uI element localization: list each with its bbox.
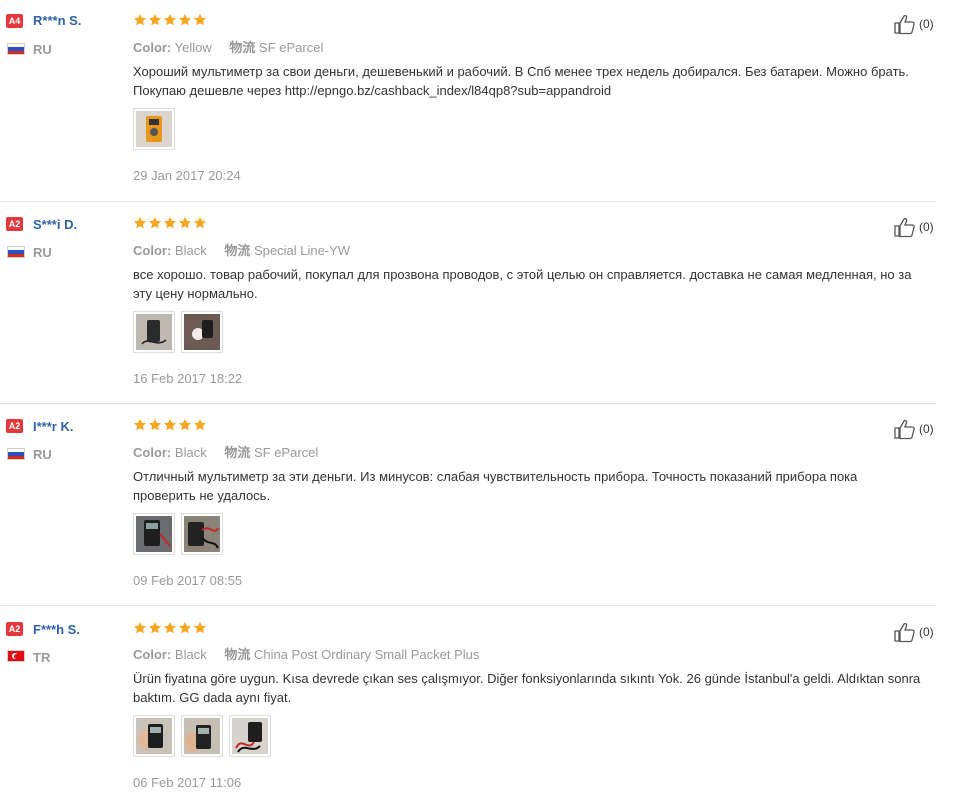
color-label: Color: bbox=[133, 647, 172, 662]
star-rating bbox=[133, 13, 207, 31]
review-item: A2 I***r K. RU Color: Black 物流 SF eParce… bbox=[0, 404, 960, 606]
helpful-button[interactable]: (0) bbox=[893, 13, 934, 35]
star-icon bbox=[178, 621, 192, 634]
helpful-count: (0) bbox=[919, 17, 934, 31]
color-label: Color: bbox=[133, 445, 172, 460]
reviewer-country: RU bbox=[33, 42, 52, 57]
thumbs-up-icon bbox=[894, 217, 915, 238]
helpful-button[interactable]: (0) bbox=[893, 621, 934, 643]
reviewer-country: RU bbox=[33, 447, 52, 462]
multimeter-leads-photo[interactable] bbox=[229, 715, 271, 757]
star-rating bbox=[133, 621, 207, 639]
black-multimeter-photo[interactable] bbox=[133, 311, 175, 353]
flag-ru-icon bbox=[7, 448, 25, 460]
star-icon bbox=[163, 621, 177, 634]
helpful-count: (0) bbox=[919, 220, 934, 234]
star-icon bbox=[133, 621, 147, 634]
reviewer-name[interactable]: S***i D. bbox=[33, 217, 77, 232]
star-icon bbox=[148, 216, 162, 229]
multimeter-hand-photo[interactable] bbox=[133, 715, 175, 757]
star-icon bbox=[178, 216, 192, 229]
star-icon bbox=[163, 418, 177, 431]
review-text: Ürün fiyatına göre uygun. Kısa devrede ç… bbox=[133, 671, 921, 705]
thumbs-up-icon bbox=[894, 622, 915, 643]
review-photos bbox=[133, 513, 223, 555]
star-rating bbox=[133, 418, 207, 436]
review-photos bbox=[133, 108, 175, 150]
flag-tr-icon bbox=[7, 650, 25, 662]
reviewer-name[interactable]: R***n S. bbox=[33, 13, 81, 28]
reviewer-country: TR bbox=[33, 650, 51, 665]
flag-ru-icon bbox=[7, 43, 25, 55]
multimeter-probes-photo-2[interactable] bbox=[181, 513, 223, 555]
shipping-label: 物流 bbox=[224, 445, 251, 460]
review-item: A2 S***i D. RU Color: Black 物流 Special L… bbox=[0, 202, 960, 404]
star-icon bbox=[193, 216, 207, 229]
reviewer-name[interactable]: F***h S. bbox=[33, 622, 80, 637]
color-value: Black bbox=[174, 243, 207, 258]
review-date: 16 Feb 2017 18:22 bbox=[133, 371, 243, 386]
review-photos bbox=[133, 311, 223, 353]
star-icon bbox=[178, 13, 192, 26]
buyer-level-badge: A2 bbox=[6, 419, 23, 433]
color-value: Black bbox=[174, 445, 207, 460]
buyer-level-badge: A4 bbox=[6, 14, 23, 28]
review-text: Хороший мультиметр за свои деньги, дешев… bbox=[133, 64, 909, 98]
yellow-multimeter-photo[interactable] bbox=[133, 108, 175, 150]
buyer-level-badge: A2 bbox=[6, 622, 23, 636]
review-text: все хорошо. товар рабочий, покупал для п… bbox=[133, 267, 912, 301]
reviewer-name[interactable]: I***r K. bbox=[33, 419, 73, 434]
review-item: A4 R***n S. RU Color: Yellow 物流 SF eParc… bbox=[0, 0, 960, 202]
order-info: Color: Yellow 物流 SF eParcel bbox=[133, 37, 323, 56]
review-date: 29 Jan 2017 20:24 bbox=[133, 168, 241, 183]
shipping-label: 物流 bbox=[224, 647, 251, 662]
star-icon bbox=[133, 13, 147, 26]
order-info: Color: Black 物流 Special Line-YW bbox=[133, 240, 350, 259]
helpful-button[interactable]: (0) bbox=[893, 418, 934, 440]
order-info: Color: Black 物流 China Post Ordinary Smal… bbox=[133, 644, 479, 663]
flag-ru-icon bbox=[7, 246, 25, 258]
shipping-value: SF eParcel bbox=[253, 445, 319, 460]
color-label: Color: bbox=[133, 243, 172, 258]
star-icon bbox=[163, 13, 177, 26]
reviewer-country: RU bbox=[33, 245, 52, 260]
star-icon bbox=[133, 418, 147, 431]
order-info: Color: Black 物流 SF eParcel bbox=[133, 442, 318, 461]
shipping-label: 物流 bbox=[229, 40, 256, 55]
multimeter-probes-photo[interactable] bbox=[133, 513, 175, 555]
helpful-button[interactable]: (0) bbox=[893, 216, 934, 238]
multimeter-hand-photo-2[interactable] bbox=[181, 715, 223, 757]
star-icon bbox=[193, 418, 207, 431]
star-rating bbox=[133, 216, 207, 234]
star-icon bbox=[148, 13, 162, 26]
review-photos bbox=[133, 715, 271, 757]
review-date: 09 Feb 2017 08:55 bbox=[133, 573, 243, 588]
black-multimeter-flash-photo[interactable] bbox=[181, 311, 223, 353]
thumbs-up-icon bbox=[894, 14, 915, 35]
shipping-value: China Post Ordinary Small Packet Plus bbox=[253, 647, 480, 662]
star-icon bbox=[148, 621, 162, 634]
star-icon bbox=[193, 13, 207, 26]
helpful-count: (0) bbox=[919, 625, 934, 639]
helpful-count: (0) bbox=[919, 422, 934, 436]
buyer-level-badge: A2 bbox=[6, 217, 23, 231]
review-text: Отличный мультиметр за эти деньги. Из ми… bbox=[133, 469, 858, 503]
shipping-value: SF eParcel bbox=[259, 40, 324, 55]
thumbs-up-icon bbox=[894, 419, 915, 440]
star-icon bbox=[178, 418, 192, 431]
shipping-value: Special Line-YW bbox=[253, 243, 351, 258]
shipping-label: 物流 bbox=[224, 243, 251, 258]
star-icon bbox=[148, 418, 162, 431]
star-icon bbox=[163, 216, 177, 229]
color-label: Color: bbox=[133, 40, 172, 55]
star-icon bbox=[133, 216, 147, 229]
review-date: 06 Feb 2017 11:06 bbox=[133, 775, 242, 790]
star-icon bbox=[193, 621, 207, 634]
color-value: Yellow bbox=[174, 40, 212, 55]
color-value: Black bbox=[174, 647, 207, 662]
review-item: A2 F***h S. TR Color: Black 物流 China Pos… bbox=[0, 606, 960, 800]
